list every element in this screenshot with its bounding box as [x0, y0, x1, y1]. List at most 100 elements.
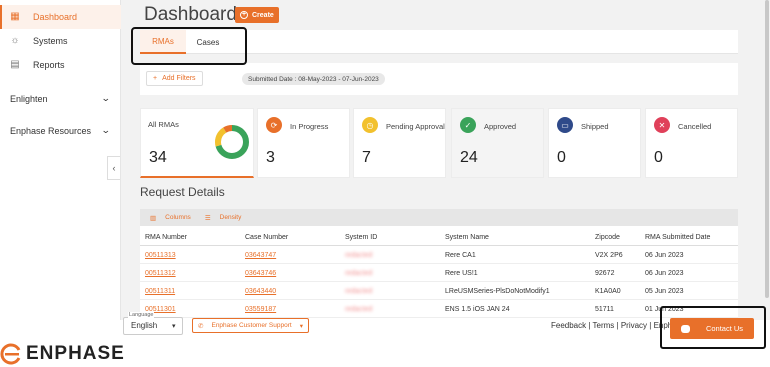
table-cell: 51711: [595, 305, 614, 313]
card-shipped[interactable]: ▭ Shipped 0: [548, 108, 641, 178]
chevron-down-icon: ⌄: [101, 125, 112, 135]
plus-icon: +: [240, 11, 248, 19]
language-value: English: [131, 321, 158, 330]
customer-support-button[interactable]: ✆ Enphase Customer Support ▾: [192, 318, 309, 333]
table-cell: Rere CA1: [445, 251, 476, 259]
enphase-logo: ENPHASE: [0, 341, 125, 367]
sidebar-group-enlighten[interactable]: Enlighten ⌄: [10, 93, 112, 104]
requests-table: ▥ Columns ☰ Density RMA Number Case Number…: [140, 209, 738, 320]
card-all-rmas[interactable]: All RMAs 34: [140, 108, 254, 178]
card-label: In Progress: [290, 122, 329, 131]
card-value: 0: [654, 149, 663, 166]
truck-icon: ▭: [557, 117, 573, 133]
column-header[interactable]: RMA Number: [145, 228, 187, 246]
table-row[interactable]: 00511312 03643746 redacted Rere US!1 92672 06…: [140, 264, 738, 282]
enphase-logo-mark-icon: [0, 343, 21, 365]
table-header: RMA Number Case Number System ID System …: [140, 226, 738, 246]
dashboard-icon: ▦: [10, 11, 20, 22]
collapse-sidebar-button[interactable]: ‹: [107, 156, 120, 180]
column-header[interactable]: Case Number: [245, 228, 288, 246]
card-pending-approval[interactable]: ◷ Pending Approval 7: [353, 108, 446, 178]
table-cell: V2X 2P6: [595, 251, 623, 259]
table-cell: ENS 1.5 iOS JAN 24: [445, 305, 510, 313]
table-cell: 92672: [595, 269, 615, 277]
status-donut: [215, 125, 249, 159]
card-value: 0: [557, 149, 566, 166]
scrollbar[interactable]: [764, 0, 770, 320]
columns-label: Columns: [165, 214, 191, 221]
table-row[interactable]: 00511311 03643440 redacted LReUSMSeries-Pls…: [140, 282, 738, 300]
table-cell: K1A0A0: [595, 287, 621, 295]
sidebar-item-label: Reports: [33, 60, 65, 70]
card-approved[interactable]: ✓ Approved 24: [451, 108, 544, 178]
table-cell-link[interactable]: 03643746: [245, 264, 276, 282]
chevron-down-icon: ⌄: [101, 93, 112, 103]
table-cell-link[interactable]: 00511313: [145, 246, 176, 264]
table-cell: redacted: [345, 269, 373, 277]
table-cell: LReUSMSeries-PlsDoNotModify1: [445, 287, 550, 295]
chevron-left-icon: ‹: [112, 163, 116, 173]
table-cell-link[interactable]: 00511311: [145, 282, 175, 300]
scrollbar-thumb[interactable]: [765, 0, 769, 298]
table-cell-link[interactable]: 03643747: [245, 246, 276, 264]
density-icon: ☰: [204, 214, 211, 222]
caret-down-icon: ▾: [299, 322, 303, 330]
sidebar-group-label: Enphase Resources: [10, 125, 92, 136]
table-cell-link[interactable]: 03559187: [245, 300, 276, 318]
card-label: Approved: [484, 122, 517, 131]
clock-icon: ◷: [362, 117, 378, 133]
report-icon: ▤: [10, 59, 20, 70]
date-filter-chip[interactable]: Submitted Date : 08-May-2023 - 07-Jun-20…: [242, 73, 385, 85]
table-row[interactable]: 00511313 03643747 redacted Rere CA1 V2X 2P6 0…: [140, 246, 738, 264]
table-cell: redacted: [345, 287, 373, 295]
sidebar-item-systems[interactable]: ☼ Systems: [0, 29, 121, 53]
check-icon: ✓: [460, 117, 476, 133]
sidebar-group-label: Enlighten: [10, 93, 48, 104]
card-value: 3: [266, 149, 275, 166]
refresh-icon: ⟳: [266, 117, 282, 133]
table-cell-link[interactable]: 03643440: [245, 282, 276, 300]
column-header[interactable]: Zipcode: [595, 228, 620, 246]
card-label: Pending Approval: [386, 122, 445, 131]
sun-icon: ☼: [10, 35, 20, 46]
density-label: Density: [219, 214, 242, 221]
table-cell-link[interactable]: 00511312: [145, 264, 176, 282]
sidebar-item-reports[interactable]: ▤ Reports: [0, 53, 121, 77]
add-filters-label: Add Filters: [162, 75, 196, 82]
table-toolbar: ▥ Columns ☰ Density: [140, 209, 738, 226]
highlight-box-contact: [660, 306, 766, 349]
card-cancelled[interactable]: ✕ Cancelled 0: [645, 108, 738, 178]
language-label: Language: [128, 312, 155, 318]
table-cell: redacted: [345, 305, 373, 313]
card-in-progress[interactable]: ⟳ In Progress 3: [257, 108, 350, 178]
caret-down-icon: ▾: [172, 323, 176, 330]
sidebar-item-label: Dashboard: [33, 12, 78, 22]
card-label: Cancelled: [678, 122, 712, 131]
table-cell: 05 Jun 2023: [645, 287, 684, 295]
column-header[interactable]: RMA Submitted Date: [645, 228, 710, 246]
phone-icon: ✆: [198, 322, 204, 330]
enphase-logo-text: ENPHASE: [26, 343, 125, 364]
table-row[interactable]: 00511301 03559187 redacted ENS 1.5 iOS JAN …: [140, 300, 738, 318]
table-cell: redacted: [345, 251, 373, 259]
sidebar-item-label: Systems: [33, 36, 68, 46]
add-filters-button[interactable]: + Add Filters: [146, 71, 203, 86]
footer-links[interactable]: Feedback | Terms | Privacy | Enph: [551, 321, 672, 330]
card-value: 24: [460, 149, 478, 166]
column-header[interactable]: System ID: [345, 228, 377, 246]
column-header[interactable]: System Name: [445, 228, 489, 246]
density-button[interactable]: ☰ Density: [200, 214, 242, 222]
filter-bar: + Add Filters Submitted Date : 08-May-20…: [140, 63, 738, 95]
highlight-box-tabs: [131, 27, 247, 65]
card-value: 7: [362, 149, 371, 166]
table-cell: Rere US!1: [445, 269, 478, 277]
create-button[interactable]: + Create: [235, 7, 279, 23]
date-filter-chip-label: Submitted Date : 08-May-2023 - 07-Jun-20…: [248, 75, 379, 83]
page-title: Dashboard: [144, 4, 237, 25]
sidebar-group-enphase-resources[interactable]: Enphase Resources ⌄: [10, 125, 112, 136]
columns-button[interactable]: ▥ Columns: [145, 214, 191, 222]
sidebar-item-dashboard[interactable]: ▦ Dashboard: [0, 5, 121, 29]
plus-icon: +: [153, 75, 158, 82]
card-value: 34: [149, 149, 167, 166]
columns-icon: ▥: [150, 214, 157, 222]
